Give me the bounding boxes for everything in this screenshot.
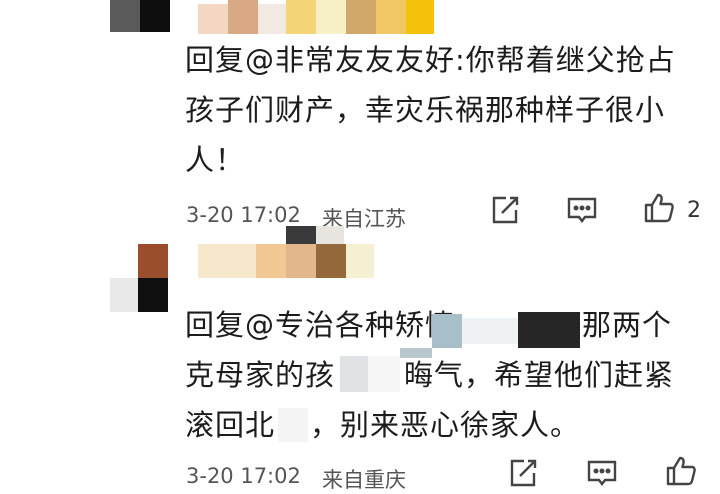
redaction-block (462, 318, 518, 344)
redaction-block (432, 314, 462, 348)
comment-icon[interactable] (565, 193, 599, 227)
location: 来自重庆 (322, 468, 406, 492)
thumbs-up-icon[interactable] (642, 191, 676, 225)
redaction-block (518, 312, 580, 348)
redaction-block (340, 356, 368, 392)
redaction-block (278, 408, 308, 442)
reply-text-line: ，别来恶心徐家人。 (310, 408, 581, 442)
timestamp: 3-20 17:02 (186, 203, 301, 227)
comment-icon[interactable] (585, 456, 619, 490)
reply-text-line: 那两个 (582, 308, 673, 342)
like-count: 2 (687, 198, 701, 223)
thumbs-up-icon[interactable] (664, 454, 698, 488)
reply-text-line: 滚回北 (185, 408, 276, 442)
reply-text-line: 晦气，希望他们赶紧 (404, 358, 675, 392)
reply-text-line: 回复@非常友友友好:你帮着继父抢占 (185, 43, 676, 77)
reply-text-line: 孩子们财产，幸灾乐祸那种样子很小 (185, 93, 666, 127)
edit-icon[interactable] (506, 456, 540, 490)
edit-icon[interactable] (488, 193, 522, 227)
reply-text-line: 回复@专治各种矫情 (185, 308, 456, 342)
reply-text-line: 人！ (185, 143, 246, 177)
reply-text-line: 克母家的孩 (185, 358, 336, 392)
timestamp: 3-20 17:02 (186, 464, 301, 488)
redaction-block (368, 356, 400, 392)
